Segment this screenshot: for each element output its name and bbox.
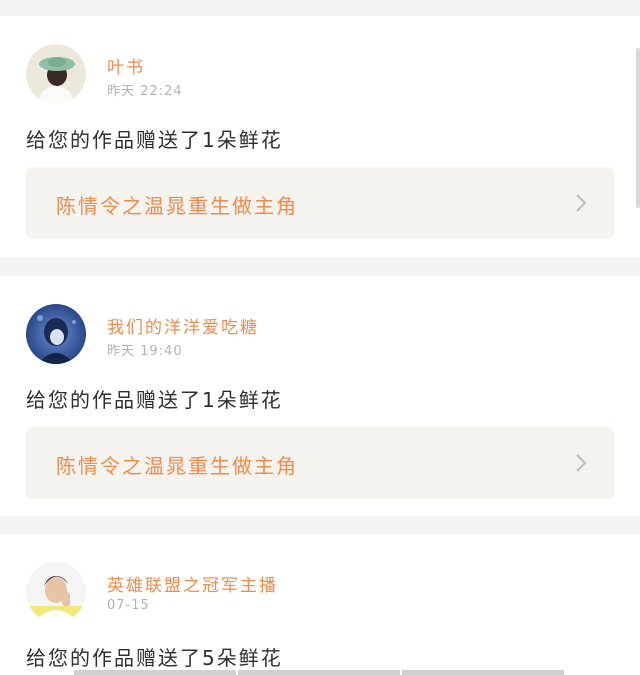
notification-card: 我们的洋洋爱吃糖 昨天 19:40 给您的作品赠送了1朵鲜花 陈情令之温晁重生做… — [0, 276, 640, 516]
tab-indicator[interactable] — [74, 670, 236, 675]
bottom-tab-bar — [74, 670, 564, 675]
chevron-right-icon — [576, 454, 587, 472]
tab-indicator[interactable] — [238, 670, 400, 675]
avatar[interactable] — [26, 44, 86, 104]
timestamp: 07-15 — [107, 598, 150, 613]
avatar[interactable] — [26, 304, 86, 364]
work-link[interactable]: 陈情令之温晁重生做主角 — [26, 167, 614, 239]
notification-card: 叶书 昨天 22:24 给您的作品赠送了1朵鲜花 陈情令之温晁重生做主角 — [0, 16, 640, 257]
notification-message: 给您的作品赠送了1朵鲜花 — [26, 128, 283, 152]
notification-message: 给您的作品赠送了5朵鲜花 — [26, 646, 283, 670]
username[interactable]: 英雄联盟之冠军主播 — [107, 571, 278, 596]
username[interactable]: 我们的洋洋爱吃糖 — [107, 313, 259, 338]
timestamp: 昨天 22:24 — [107, 84, 183, 99]
tab-indicator[interactable] — [402, 670, 564, 675]
notification-card: 英雄联盟之冠军主播 07-15 给您的作品赠送了5朵鲜花 — [0, 534, 640, 675]
timestamp: 昨天 19:40 — [107, 344, 183, 359]
chevron-right-icon — [576, 194, 587, 212]
avatar[interactable] — [26, 562, 86, 622]
username[interactable]: 叶书 — [107, 53, 145, 78]
notification-feed: 叶书 昨天 22:24 给您的作品赠送了1朵鲜花 陈情令之温晁重生做主角 我们的… — [0, 0, 640, 675]
work-title: 陈情令之温晁重生做主角 — [56, 454, 298, 478]
scrollbar[interactable] — [636, 48, 640, 208]
work-link[interactable]: 陈情令之温晁重生做主角 — [26, 427, 614, 499]
work-title: 陈情令之温晁重生做主角 — [56, 194, 298, 218]
notification-message: 给您的作品赠送了1朵鲜花 — [26, 388, 283, 412]
